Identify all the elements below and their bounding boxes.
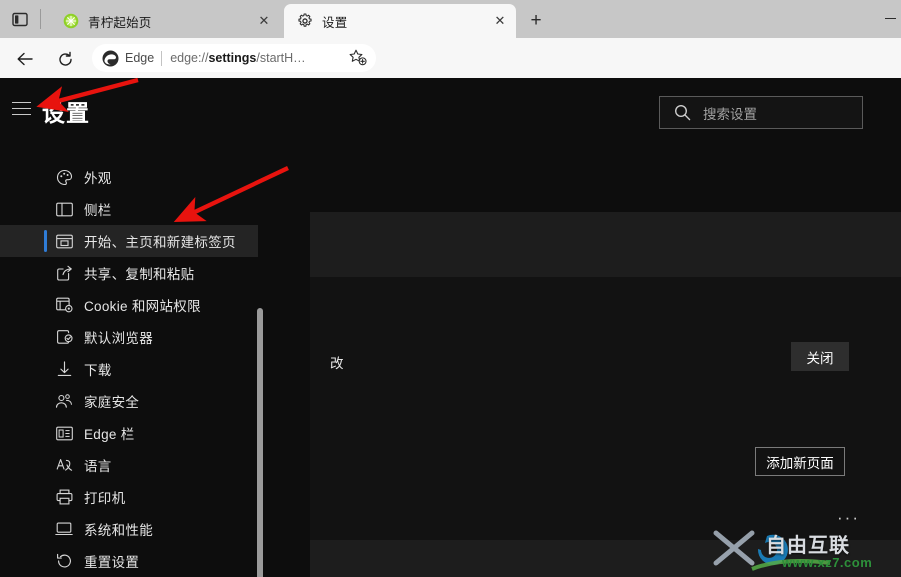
sidebar-item-label: 默认浏览器 (84, 331, 153, 346)
reset-settings-icon (54, 551, 74, 571)
back-button[interactable] (12, 46, 38, 72)
settings-nav-list: 外观 侧栏 开始、主页和新建标签页 共享、复制和粘贴 Cookie 和网站权限 … (0, 161, 258, 577)
share-icon (54, 263, 74, 283)
tab-strip: 青柠起始页 ✕ 设置 ✕ + (0, 0, 901, 38)
row-modified-text: 改 (330, 356, 344, 371)
page-title: 设置 (42, 100, 90, 126)
add-new-page-button[interactable]: 添加新页面 (755, 447, 845, 476)
search-placeholder: 搜索设置 (703, 106, 757, 122)
more-options-button[interactable]: ··· (837, 509, 860, 526)
sidebar-item-label: 下载 (84, 363, 112, 378)
settings-page: 设置 搜索设置 外观 侧栏 开始、主页和新建标签页 共享、复制和粘贴 Cooki… (0, 78, 901, 577)
printer-icon (54, 487, 74, 507)
sidebar-item-label: 打印机 (84, 491, 126, 506)
settings-content: 改 关闭 添加新页面 ··· 的所有标签页 使用所有已打开的标签页 (264, 140, 901, 577)
star-add-icon[interactable] (348, 48, 368, 68)
sidebar-item-start-home-newtab[interactable]: 开始、主页和新建标签页 (0, 225, 258, 257)
url-suffix: /startH… (256, 51, 306, 65)
tab-title: 设置 (322, 15, 348, 30)
omnibox-divider (161, 50, 163, 66)
content-panel-top (310, 212, 901, 277)
gear-icon (296, 13, 313, 30)
sidebar-item-label: 开始、主页和新建标签页 (84, 235, 236, 250)
reload-button[interactable] (52, 46, 78, 72)
omnibox-url: edge://settings/startH… (170, 51, 348, 65)
close-button[interactable]: 关闭 (791, 342, 849, 371)
tabstrip-divider (40, 9, 41, 29)
sidebar-item-downloads[interactable]: 下载 (0, 353, 258, 385)
url-highlight: settings (208, 51, 257, 65)
url-prefix: edge:// (170, 51, 209, 65)
search-icon (674, 104, 691, 121)
sidebar-item-cookies-permissions[interactable]: Cookie 和网站权限 (0, 289, 258, 321)
sidebar-item-sidebar[interactable]: 侧栏 (0, 193, 258, 225)
download-arrow-icon (54, 359, 74, 379)
address-bar[interactable]: Edge edge://settings/startH… (92, 44, 376, 72)
sidebar-item-label: Edge 栏 (84, 427, 135, 442)
edge-logo-icon (102, 50, 119, 67)
sidebar-item-appearance[interactable]: 外观 (0, 161, 258, 193)
new-tab-button[interactable]: + (524, 9, 548, 33)
search-settings-input[interactable]: 搜索设置 (659, 96, 863, 129)
sidebar-panel-icon (54, 199, 74, 219)
cookie-permissions-icon (54, 295, 74, 315)
default-browser-icon (54, 327, 74, 347)
sidebar-item-reset-settings[interactable]: 重置设置 (0, 545, 258, 577)
tab-actions-icon[interactable] (8, 8, 32, 30)
sidebar-item-label: 重置设置 (84, 555, 140, 570)
tab-active-settings[interactable]: 设置 ✕ (284, 4, 516, 38)
sidebar-item-label: 侧栏 (84, 203, 112, 218)
settings-header: 设置 搜索设置 (0, 78, 901, 140)
system-performance-icon (54, 519, 74, 539)
omnibox-brand-label: Edge (125, 51, 155, 65)
sidebar-scrollbar[interactable] (257, 308, 263, 577)
settings-sidebar: 外观 侧栏 开始、主页和新建标签页 共享、复制和粘贴 Cookie 和网站权限 … (0, 140, 264, 577)
edge-bar-icon (54, 423, 74, 443)
home-window-icon (54, 231, 74, 251)
window-minimize-button[interactable] (885, 14, 899, 24)
sidebar-item-label: 外观 (84, 171, 112, 186)
browser-toolbar: Edge edge://settings/startH… 1.00 (0, 38, 901, 108)
lime-circle-icon (62, 13, 79, 30)
sidebar-item-label: 语言 (84, 459, 112, 474)
close-icon[interactable]: ✕ (254, 11, 274, 31)
tab-inactive[interactable]: 青柠起始页 ✕ (50, 4, 280, 38)
content-panel-bottom (310, 540, 901, 577)
sidebar-item-family-safety[interactable]: 家庭安全 (0, 385, 258, 417)
sidebar-item-share-copy-paste[interactable]: 共享、复制和粘贴 (0, 257, 258, 289)
settings-card: 改 关闭 添加新页面 ··· 的所有标签页 使用所有已打开的标签页 (310, 277, 901, 577)
language-icon (54, 455, 74, 475)
sidebar-item-label: 家庭安全 (84, 395, 140, 410)
sidebar-item-system-performance[interactable]: 系统和性能 (0, 513, 258, 545)
sidebar-item-languages[interactable]: 语言 (0, 449, 258, 481)
palette-icon (54, 167, 74, 187)
sidebar-item-label: 系统和性能 (84, 523, 153, 538)
sidebar-item-printers[interactable]: 打印机 (0, 481, 258, 513)
sidebar-item-default-browser[interactable]: 默认浏览器 (0, 321, 258, 353)
tab-title: 青柠起始页 (88, 15, 152, 30)
close-icon[interactable]: ✕ (490, 11, 510, 31)
family-safety-icon (54, 391, 74, 411)
hamburger-menu-icon[interactable] (12, 99, 34, 117)
sidebar-item-edge-bar[interactable]: Edge 栏 (0, 417, 258, 449)
sidebar-item-label: Cookie 和网站权限 (84, 299, 201, 314)
sidebar-item-label: 共享、复制和粘贴 (84, 267, 195, 282)
browser-window: 青柠起始页 ✕ 设置 ✕ + Edge edge://settings/star… (0, 0, 901, 577)
